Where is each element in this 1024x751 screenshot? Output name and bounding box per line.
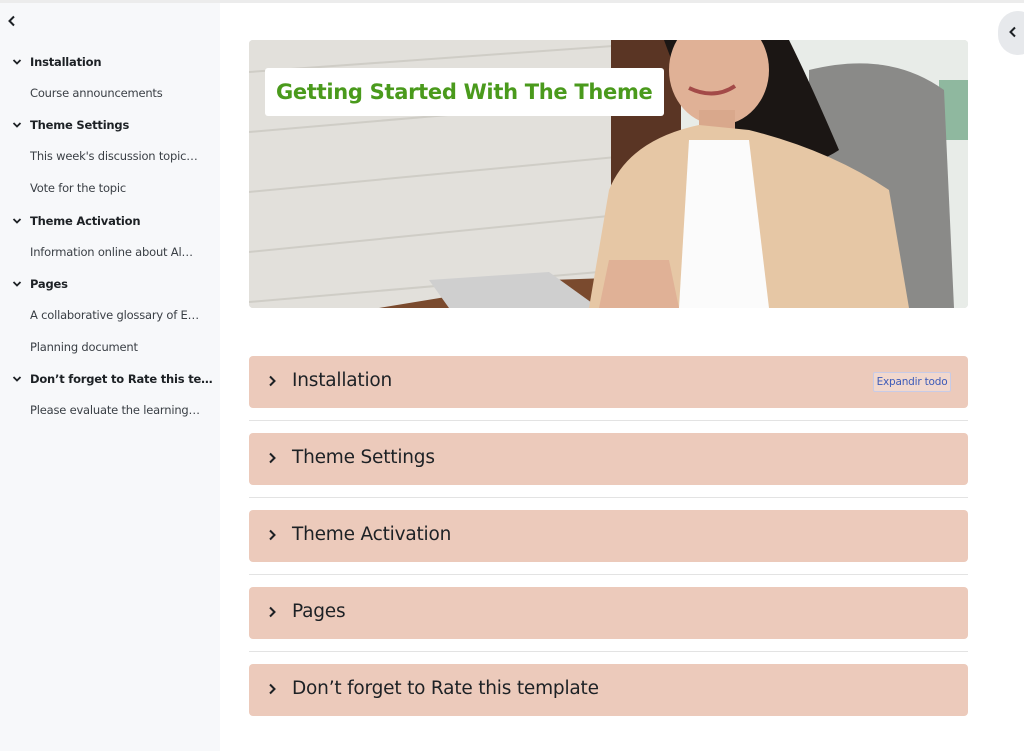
section-title: Don’t forget to Rate this template	[292, 678, 599, 699]
section-divider	[249, 420, 968, 421]
chevron-right-icon	[269, 452, 276, 464]
chevron-down-icon	[12, 122, 22, 128]
sidebar-section-theme-settings[interactable]: Theme Settings	[0, 116, 200, 136]
sidebar-activity-evaluate-learning[interactable]: Please evaluate the learning…	[30, 400, 215, 420]
section-divider	[249, 651, 968, 652]
page-title: Getting Started With The Theme	[276, 80, 653, 104]
sidebar-activity-course-announcements[interactable]: Course announcements	[30, 83, 215, 103]
chevron-left-icon	[1009, 26, 1016, 38]
section-theme-settings[interactable]: Theme Settings	[249, 433, 968, 485]
expand-all-button[interactable]: Expandir todo	[873, 372, 951, 392]
chevron-down-icon	[12, 281, 22, 287]
section-title: Theme Activation	[292, 524, 452, 545]
chevron-right-icon	[269, 375, 276, 387]
chevron-right-icon	[269, 606, 276, 618]
sidebar-activity-glossary[interactable]: A collaborative glossary of E…	[30, 305, 215, 325]
sidebar-section-pages[interactable]: Pages	[0, 275, 200, 295]
close-course-index-button[interactable]	[4, 11, 20, 31]
sidebar-section-installation[interactable]: Installation	[0, 53, 200, 73]
sidebar-section-rate-template[interactable]: Don’t forget to Rate this te…	[0, 370, 213, 390]
chevron-right-icon	[269, 529, 276, 541]
sidebar-activity-vote-topic[interactable]: Vote for the topic	[30, 178, 215, 198]
sidebar-activity-information-online[interactable]: Information online about Al…	[30, 242, 215, 262]
section-installation[interactable]: Installation	[249, 356, 968, 408]
sidebar-section-label: Pages	[30, 277, 68, 291]
sidebar-section-label: Theme Settings	[30, 118, 130, 132]
hero-title-box: Getting Started With The Theme	[265, 68, 664, 116]
section-title: Pages	[292, 601, 346, 622]
section-title: Theme Settings	[292, 447, 435, 468]
chevron-down-icon	[12, 218, 22, 224]
chevron-down-icon	[12, 59, 22, 65]
chevron-left-icon	[8, 15, 15, 27]
chevron-right-icon	[269, 683, 276, 695]
sidebar-activity-planning-document[interactable]: Planning document	[30, 337, 215, 357]
section-rate-template[interactable]: Don’t forget to Rate this template	[249, 664, 968, 716]
course-index-sidebar: Installation Course announcements Theme …	[0, 3, 220, 751]
section-divider	[249, 574, 968, 575]
sidebar-section-theme-activation[interactable]: Theme Activation	[0, 212, 200, 232]
section-pages[interactable]: Pages	[249, 587, 968, 639]
section-divider	[249, 497, 968, 498]
sidebar-section-label: Installation	[30, 55, 102, 69]
section-title: Installation	[292, 370, 393, 391]
sidebar-activity-discussion-topic[interactable]: This week's discussion topic…	[30, 146, 215, 166]
section-theme-activation[interactable]: Theme Activation	[249, 510, 968, 562]
sidebar-section-label: Theme Activation	[30, 214, 141, 228]
chevron-down-icon	[12, 376, 22, 382]
open-block-drawer-button[interactable]	[998, 11, 1024, 55]
sidebar-section-label: Don’t forget to Rate this te…	[30, 372, 213, 386]
